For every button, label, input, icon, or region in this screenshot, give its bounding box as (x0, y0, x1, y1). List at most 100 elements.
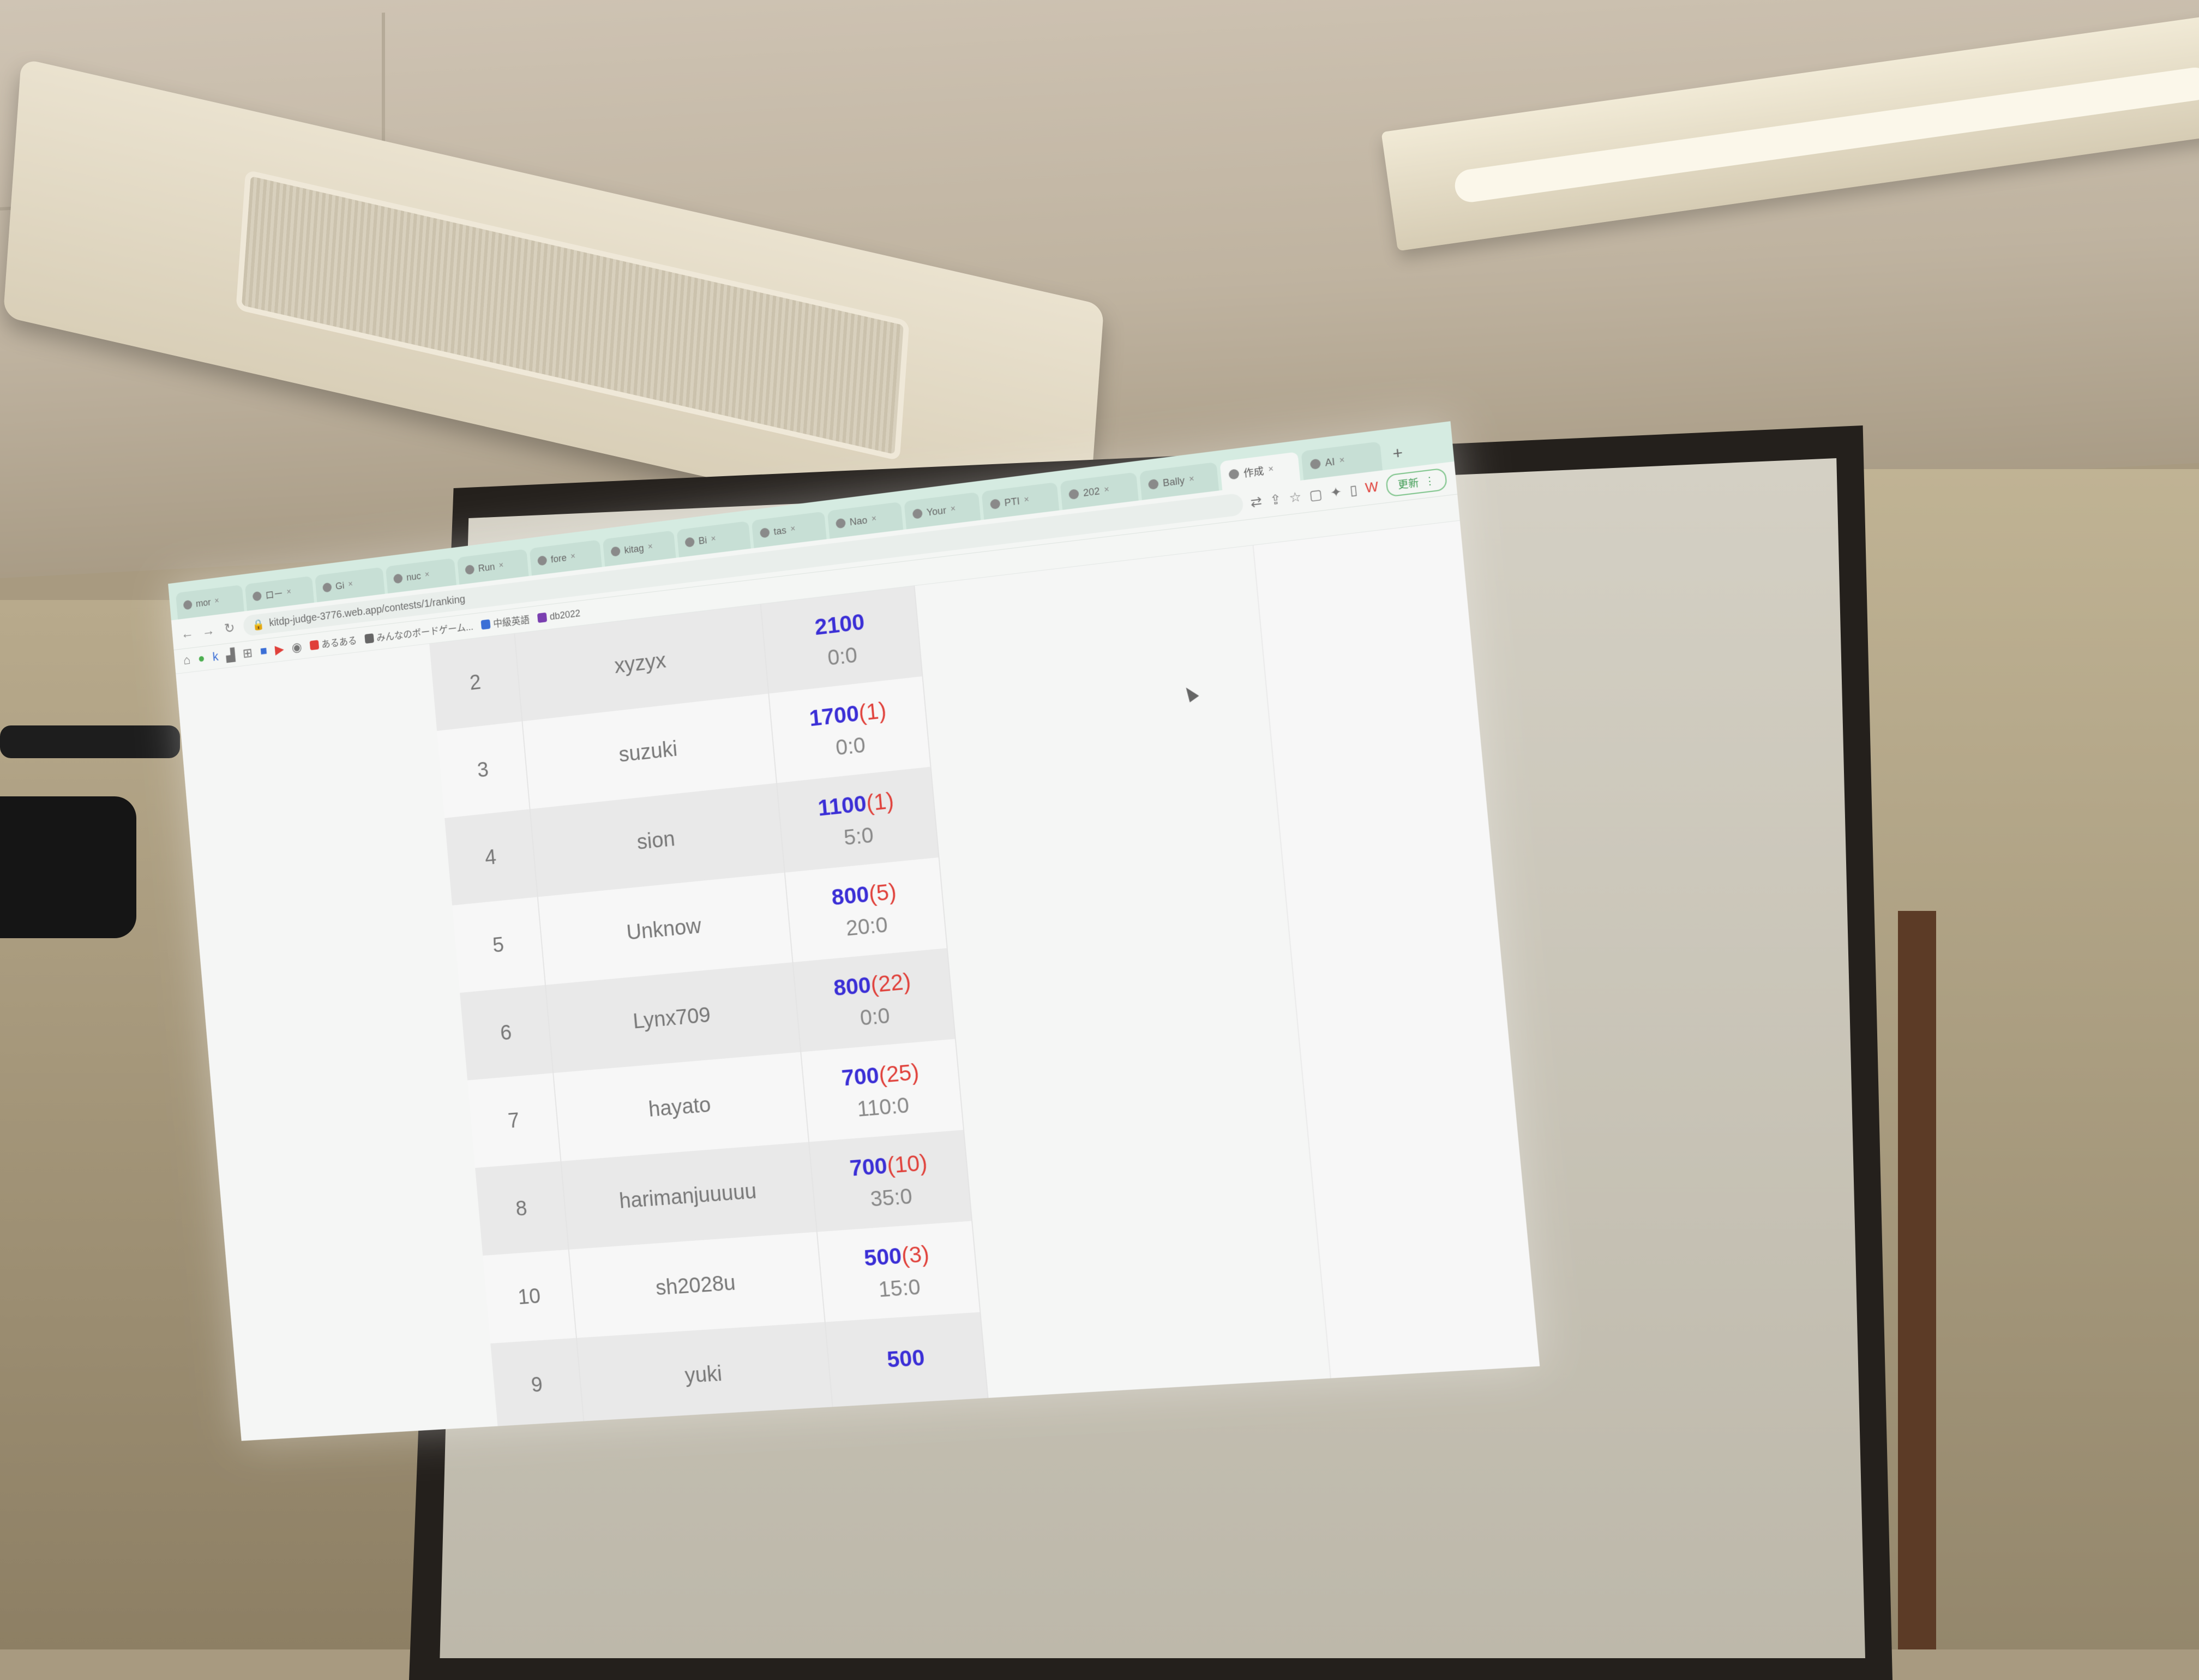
tab-close-icon[interactable]: × (950, 504, 956, 514)
rank-cell: 4 (444, 809, 538, 905)
speaker-bracket (0, 725, 180, 758)
score-value: 700 (849, 1153, 888, 1181)
penalty-count: (25) (878, 1059, 920, 1087)
reload-icon[interactable]: ↻ (221, 619, 237, 637)
bookmark-favicon-icon (480, 619, 490, 629)
elapsed-time: 0:0 (798, 998, 953, 1036)
new-tab-button[interactable]: + (1383, 437, 1412, 470)
tab-label: fore (550, 552, 567, 565)
score-value: 1700 (808, 700, 860, 730)
score-cell: 500(3) 15:0 (816, 1221, 980, 1322)
share-icon[interactable]: ⇪ (1269, 491, 1282, 508)
bookmark-icon-green[interactable]: ● (197, 651, 206, 667)
bookmark-item[interactable]: あるある (309, 633, 357, 652)
tab-favicon-icon (393, 573, 403, 584)
apps-icon[interactable]: ⌂ (183, 653, 191, 668)
rank-cell: 8 (475, 1161, 568, 1256)
tab-label: mor (195, 597, 211, 609)
score-value: 2100 (814, 609, 866, 640)
score-value: 500 (886, 1345, 926, 1372)
elapsed-time: 0:0 (766, 636, 920, 677)
tab-label: Run (478, 561, 495, 574)
door-frame (1898, 911, 1936, 1649)
score-cell: 800(22) 0:0 (792, 948, 956, 1052)
rank-cell: 7 (467, 1073, 561, 1168)
tab-label: Bi (698, 535, 707, 547)
tab-close-icon[interactable]: × (647, 542, 653, 552)
bookmark-icon-grid[interactable]: ⊞ (242, 645, 253, 661)
penalty-count: (5) (868, 878, 897, 906)
bookmark-icon-chart[interactable]: ▟ (225, 647, 236, 663)
user-name-cell: sh2028u (569, 1232, 825, 1338)
score-cell: 2100 0:0 (760, 586, 922, 693)
tab-close-icon[interactable]: × (711, 534, 716, 544)
browser-window: mor × ロー × Gi × nuc × Run × fore × kitag × Bi × tas × Nao ×… (168, 421, 1540, 1441)
bookmark-icon-github[interactable]: ◉ (291, 639, 303, 656)
score-cell: 700(10) 35:0 (809, 1130, 972, 1232)
tab-close-icon[interactable]: × (498, 561, 504, 571)
bookmark-icon-youtube[interactable]: ▶ (274, 641, 285, 657)
bookmark-icon-blue[interactable]: ■ (260, 644, 268, 659)
penalty-count: (1) (865, 787, 894, 815)
tab-close-icon[interactable]: × (1268, 464, 1274, 475)
bookmark-favicon-icon (537, 613, 547, 623)
score-value: 800 (832, 972, 872, 1000)
score-value: 700 (840, 1062, 880, 1090)
elapsed-time: 35:0 (814, 1180, 970, 1215)
bookmark-favicon-icon (309, 640, 319, 650)
tab-close-icon[interactable]: × (1188, 474, 1194, 484)
tab-label: tas (773, 525, 787, 537)
tab-label: Your (926, 505, 947, 518)
tab-close-icon[interactable]: × (424, 570, 430, 580)
tab-favicon-icon (537, 555, 547, 566)
translate-icon[interactable]: ⇄ (1250, 494, 1263, 511)
tab-close-icon[interactable]: × (1339, 455, 1345, 466)
bookmark-label: db2022 (549, 608, 581, 622)
tab-label: 作成 (1243, 463, 1265, 480)
forward-arrow-icon[interactable]: → (201, 622, 217, 639)
tab-favicon-icon (684, 537, 695, 548)
penalty-count: (1) (858, 697, 887, 725)
bookmark-item[interactable]: 中級英語 (480, 613, 530, 632)
ranking-page: 2 xyzyx 2100 0:0 3 suzuki 1700(1) 0:0 4 sion 1100(… (176, 521, 1540, 1441)
tab-favicon-icon (990, 499, 1001, 509)
tab-favicon-icon (322, 583, 332, 593)
bookmark-star-icon[interactable]: ☆ (1288, 489, 1302, 506)
elapsed-time: 110:0 (806, 1089, 961, 1126)
tab-close-icon[interactable]: × (348, 580, 353, 590)
tab-label: AI (1325, 456, 1336, 469)
tab-favicon-icon (1310, 458, 1321, 470)
sidebar-icon[interactable]: ▯ (1349, 482, 1358, 499)
screenshot-icon[interactable]: ▢ (1308, 486, 1323, 503)
tab-label: PTI (1004, 495, 1020, 508)
bookmark-label: 中級英語 (492, 613, 530, 631)
score-cell: 700(25) 110:0 (801, 1039, 964, 1142)
bookmark-item[interactable]: db2022 (537, 608, 581, 624)
tab-close-icon[interactable]: × (214, 596, 220, 606)
update-button-label: 更新 (1397, 475, 1420, 492)
tab-favicon-icon (912, 508, 923, 519)
score-cell: 1100(1) 5:0 (777, 767, 939, 873)
tab-favicon-icon (253, 591, 262, 602)
rank-cell: 10 (483, 1250, 576, 1343)
tab-close-icon[interactable]: × (286, 587, 292, 597)
score-cell: 500 (825, 1312, 988, 1413)
elapsed-time (831, 1375, 984, 1384)
bookmark-favicon-icon (364, 633, 374, 644)
score-value: 1100 (817, 790, 868, 820)
update-button[interactable]: 更新 ⋮ (1385, 467, 1447, 497)
tab-favicon-icon (836, 518, 846, 529)
extension-logo-icon[interactable]: W (1365, 479, 1379, 496)
elapsed-time: 15:0 (822, 1271, 978, 1306)
tab-close-icon[interactable]: × (790, 524, 796, 535)
tab-close-icon[interactable]: × (1104, 485, 1110, 495)
tab-favicon-icon (183, 600, 193, 610)
tab-close-icon[interactable]: × (871, 514, 877, 524)
tab-close-icon[interactable]: × (570, 552, 576, 562)
tab-close-icon[interactable]: × (1024, 495, 1030, 505)
back-arrow-icon[interactable]: ← (179, 625, 195, 642)
score-value: 800 (831, 881, 870, 910)
tab-favicon-icon (610, 546, 620, 556)
bookmark-icon-k[interactable]: k (212, 650, 219, 664)
extensions-icon[interactable]: ✦ (1330, 484, 1343, 501)
